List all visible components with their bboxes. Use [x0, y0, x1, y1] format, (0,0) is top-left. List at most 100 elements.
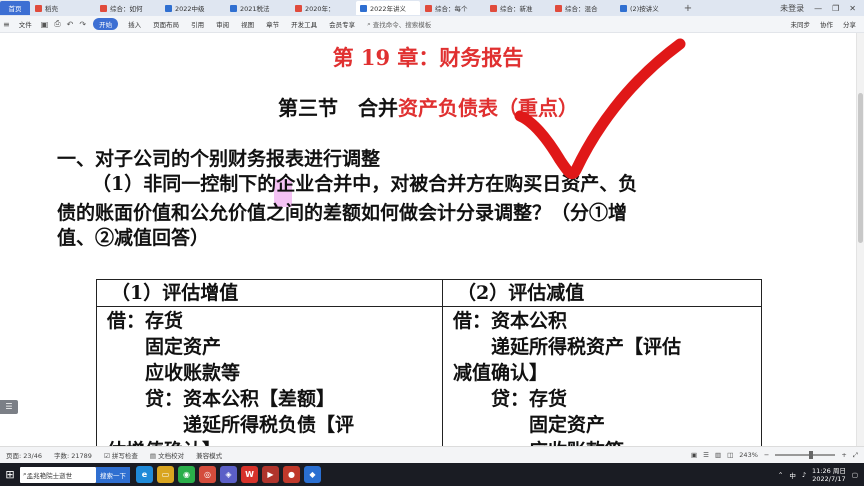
view-read-icon[interactable]: ◫ — [727, 451, 733, 459]
taskbar-search-button[interactable]: 搜索一下 — [96, 466, 130, 483]
edge-icon[interactable]: e — [136, 466, 153, 483]
menu-file[interactable]: 文件 — [13, 19, 38, 29]
tab-label: 稻壳 — [45, 5, 58, 13]
volume-icon[interactable]: ♪ — [802, 471, 806, 479]
zoom-out-icon[interactable]: − — [764, 451, 769, 459]
fullscreen-icon[interactable]: ⤢ — [853, 451, 858, 460]
side-panel-toggle-icon[interactable]: ☰ — [0, 400, 18, 414]
tab-5[interactable]: 2020年： — [291, 1, 355, 15]
print-icon[interactable]: ⎙ — [51, 19, 63, 29]
tab-doc-icon — [620, 4, 627, 12]
wechat-icon[interactable]: ◉ — [178, 466, 195, 483]
tab-7[interactable]: 综合：每个 — [421, 1, 485, 15]
zoom-in-icon[interactable]: + — [841, 451, 846, 459]
tab-doc-icon — [555, 4, 562, 12]
doc-icon: ▤ — [149, 452, 159, 460]
table-line: 应收账款等 — [107, 362, 241, 384]
browser-icon[interactable]: ◆ — [304, 466, 321, 483]
tab-bar: 首页 稻壳 综合：如何 2022中级 2021税法 2020年： 2022年讲义 综合：每个 综… — [0, 0, 864, 16]
section-title: 第三节 合并资产负债表（重点） — [278, 96, 578, 120]
zoom-slider-knob[interactable] — [808, 451, 813, 459]
menu-icon[interactable]: ≡ — [0, 20, 13, 29]
tab-1[interactable]: 稻壳 — [31, 1, 95, 15]
tab-label: 2022年讲义 — [370, 5, 407, 13]
zoom-level[interactable]: 243% — [739, 451, 758, 459]
system-clock[interactable]: 11:26 周日 2022/7/17 — [812, 467, 846, 483]
table-line: 贷：资本公积【差额】 — [107, 388, 336, 410]
spell-check[interactable]: ☑ 拼写检查 — [98, 450, 144, 460]
ime-indicator[interactable]: 中 — [789, 470, 796, 480]
tab-10[interactable]: (2)按讲义 — [616, 1, 680, 15]
new-tab-button[interactable]: + — [681, 3, 695, 14]
zoom-slider[interactable] — [775, 451, 836, 459]
menu-item-7[interactable]: 会员专享 — [323, 19, 361, 29]
view-normal-icon[interactable]: ▣ — [691, 451, 697, 459]
tab-doc-icon — [230, 4, 237, 12]
tab-label: 2022中级 — [175, 5, 205, 13]
tab-doc-icon — [35, 4, 42, 12]
tab-4[interactable]: 2021税法 — [226, 1, 290, 15]
tab-doc-icon — [165, 4, 172, 12]
view-web-icon[interactable]: ☰ — [703, 451, 709, 459]
vertical-scrollbar[interactable] — [856, 33, 864, 446]
tab-3[interactable]: 2022中级 — [161, 1, 225, 15]
question-line-2: 债的账面价值和公允价值之间的差额如何做会计分录调整？（分①增 — [57, 202, 628, 224]
menu-item-6[interactable]: 开发工具 — [285, 19, 323, 29]
tab-9[interactable]: 综合：混合 — [551, 1, 615, 15]
tab-2[interactable]: 综合：如何 — [96, 1, 160, 15]
table-line: 减值确认】 — [453, 362, 549, 384]
question-line-3: 值、②减值回答） — [57, 227, 210, 249]
chapter-title: 第 19 章：财务报告 — [332, 45, 524, 70]
table-line: 固定资产 — [107, 336, 222, 358]
menu-item-2[interactable]: 引用 — [185, 19, 210, 29]
tab-8[interactable]: 综合：新准 — [486, 1, 550, 15]
ribbon-right-2[interactable]: 分享 — [843, 19, 856, 29]
ribbon-right-1[interactable]: 协作 — [820, 19, 833, 29]
menu-start[interactable]: 开始 — [93, 18, 119, 30]
table-line: 递延所得税资产【评估 — [453, 336, 682, 358]
folder-icon[interactable]: ▭ — [157, 466, 174, 483]
menu-item-4[interactable]: 视图 — [235, 19, 260, 29]
wps-icon[interactable]: W — [241, 466, 258, 483]
answer-table: （1）评估增值 （2）评估减值 借：存货 固定资产 应收账款等 贷：资本公积【差… — [96, 279, 762, 449]
menu-item-1[interactable]: 页面布局 — [147, 19, 185, 29]
scrollbar-thumb[interactable] — [858, 93, 863, 243]
chrome-icon[interactable]: ◎ — [199, 466, 216, 483]
doc-check[interactable]: ▤ 文档校对 — [144, 450, 190, 460]
word-count[interactable]: 字数: 21789 — [48, 450, 98, 460]
redo-icon[interactable]: ↷ — [76, 20, 89, 29]
command-search[interactable]: ⌕ 查找命令、搜索模板 — [367, 19, 431, 30]
undo-icon[interactable]: ↶ — [64, 20, 77, 29]
tray-up-arrow-icon[interactable]: ⌃ — [778, 471, 783, 479]
tab-label: 综合：每个 — [435, 5, 468, 13]
tab-label: 2020年： — [305, 5, 335, 13]
status-bar: 页面: 23/46 字数: 21789 ☑ 拼写检查 ▤ 文档校对 兼容模式 ▣… — [0, 446, 864, 463]
app-icon[interactable]: ◈ — [220, 466, 237, 483]
close-button[interactable]: ✕ — [849, 4, 856, 13]
restore-button[interactable]: ❐ — [832, 4, 839, 13]
tab-doc-icon — [360, 4, 367, 12]
page-indicator[interactable]: 页面: 23/46 — [0, 450, 48, 460]
ribbon-menu: ≡ 文件 ▣ ⎙ ↶ ↷ 开始 插入 页面布局 引用 审阅 视图 章节 开发工具 会员专享 ⌕… — [0, 16, 864, 33]
view-outline-icon[interactable]: ▥ — [715, 451, 721, 459]
taskbar-search-input[interactable]: ⌕ 孟兆艳院士逝世 — [20, 466, 96, 483]
windows-start-icon[interactable]: ⊞ — [0, 468, 20, 481]
ribbon-right-0[interactable]: 未同步 — [791, 19, 811, 29]
save-icon[interactable]: ▣ — [38, 20, 52, 29]
table-line: 借：存货 — [107, 310, 184, 332]
menu-item-3[interactable]: 审阅 — [210, 19, 235, 29]
minimize-button[interactable]: — — [814, 4, 822, 13]
login-status[interactable]: 未登录 — [780, 3, 804, 14]
table-header-right: （2）评估减值 — [457, 282, 585, 304]
tab-label: 综合：如何 — [110, 5, 143, 13]
tab-0[interactable]: 首页 — [0, 1, 30, 15]
notification-icon[interactable]: ▢ — [852, 471, 858, 479]
media-icon[interactable]: ▶ — [262, 466, 279, 483]
record-icon[interactable]: ● — [283, 466, 300, 483]
tab-doc-icon — [100, 4, 107, 12]
table-line: 递延所得税负债【评 — [107, 414, 355, 436]
tab-6[interactable]: 2022年讲义 — [356, 1, 420, 15]
table-line: 借：资本公积 — [453, 310, 568, 332]
menu-item-0[interactable]: 插入 — [122, 19, 147, 29]
menu-item-5[interactable]: 章节 — [260, 19, 285, 29]
